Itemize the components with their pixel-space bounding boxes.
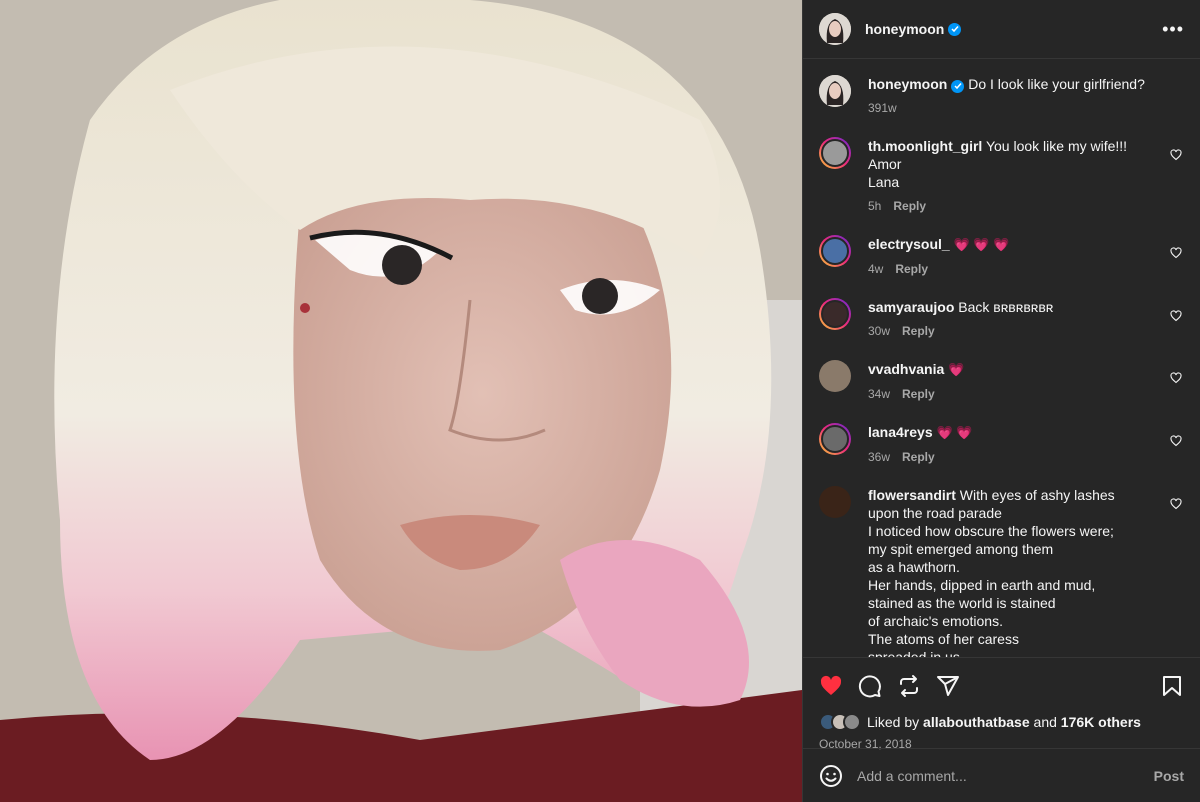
likes-summary: Liked by allabouthatbase and 176K others [819,713,1184,731]
action-icons [819,664,1184,708]
reply-button[interactable]: Reply [902,385,935,403]
post-header: honeymoon ••• [803,0,1200,59]
comment-item: flowersandirt With eyes of ashy lashes u… [819,486,1184,657]
liker-avatars [819,713,861,731]
commenter-avatar[interactable] [819,486,851,518]
likes-others[interactable]: 176K others [1061,714,1141,730]
add-comment-input[interactable] [857,767,1154,784]
reply-button[interactable]: Reply [893,197,926,215]
caption: honeymoon Do I look like your girlfriend… [819,75,1184,117]
commenter-avatar[interactable] [819,298,851,330]
author-avatar[interactable] [819,13,851,45]
comment-text: 💗 💗 💗 [953,237,1010,252]
post-comment-button[interactable]: Post [1154,768,1184,784]
caption-username[interactable]: honeymoon [868,76,947,92]
commenter-username[interactable]: samyaraujoo [868,299,954,315]
comment-item: electrysoul_ 💗 💗 💗 4w Reply [819,235,1184,278]
post-photo[interactable] [0,0,802,802]
reply-button[interactable]: Reply [895,260,928,278]
comment-text: 💗 💗 [936,425,973,440]
commenter-avatar[interactable] [819,423,851,455]
caption-age: 391w [868,101,897,115]
avatar-image [819,75,851,107]
commenter-username[interactable]: th.moonlight_girl [868,138,982,154]
caption-avatar[interactable] [819,75,851,107]
verified-icon [948,22,962,36]
liker-avatar [843,713,861,731]
post-modal: honeymoon ••• honeymoon Do I look like y… [0,0,1200,802]
comment-age: 30w [868,324,891,338]
author-username[interactable]: honeymoon [865,21,944,37]
commenter-username[interactable]: flowersandirt [868,487,956,503]
reply-button[interactable]: Reply [902,322,935,340]
caption-text: Do I look like your girlfriend? [968,76,1145,92]
comment-like-icon[interactable] [1170,435,1182,447]
like-heart-icon[interactable] [819,674,843,698]
likes-text: Liked by allabouthatbase and 176K others [867,714,1141,730]
repost-icon[interactable] [897,674,921,698]
comment-age: 36w [868,450,891,464]
comment-age: 4w [868,262,884,276]
commenter-avatar[interactable] [819,137,851,169]
share-icon[interactable] [936,674,960,698]
comment-text: Back ʙʀʙʀʙʀʙʀ [958,299,1054,315]
comment-like-icon[interactable] [1170,149,1182,161]
comment-icon[interactable] [858,674,882,698]
commenter-username[interactable]: vvadhvania [868,361,944,377]
comment-like-icon[interactable] [1170,372,1182,384]
reply-button[interactable]: Reply [902,448,935,466]
comment-item: vvadhvania 💗 34w Reply [819,360,1184,403]
emoji-icon[interactable] [819,764,843,788]
portrait-image [0,0,802,802]
more-icon[interactable]: ••• [1162,19,1184,40]
side-panel: honeymoon ••• honeymoon Do I look like y… [802,0,1200,802]
comments-list[interactable]: honeymoon Do I look like your girlfriend… [803,59,1200,657]
comment-like-icon[interactable] [1170,247,1182,259]
comment-age: 34w [868,387,891,401]
commenter-avatar[interactable] [819,360,851,392]
comment-text: 💗 [948,362,965,377]
bookmark-icon[interactable] [1160,674,1184,698]
comment-like-icon[interactable] [1170,498,1182,510]
comment-item: th.moonlight_girl You look like my wife!… [819,137,1184,215]
likes-user[interactable]: allabouthatbase [923,714,1030,730]
comment-like-icon[interactable] [1170,310,1182,322]
comment-item: lana4reys 💗 💗 36w Reply [819,423,1184,466]
comment-text: With eyes of ashy lashes upon the road p… [868,487,1115,657]
verified-icon [951,79,965,93]
comment-age: 5h [868,199,882,213]
commenter-username[interactable]: lana4reys [868,424,933,440]
commenter-avatar[interactable] [819,235,851,267]
comment-item: samyaraujoo Back ʙʀʙʀʙʀʙʀ 30w Reply [819,298,1184,340]
avatar-image [819,13,851,45]
add-comment-bar: Post [803,748,1200,802]
commenter-username[interactable]: electrysoul_ [868,236,950,252]
